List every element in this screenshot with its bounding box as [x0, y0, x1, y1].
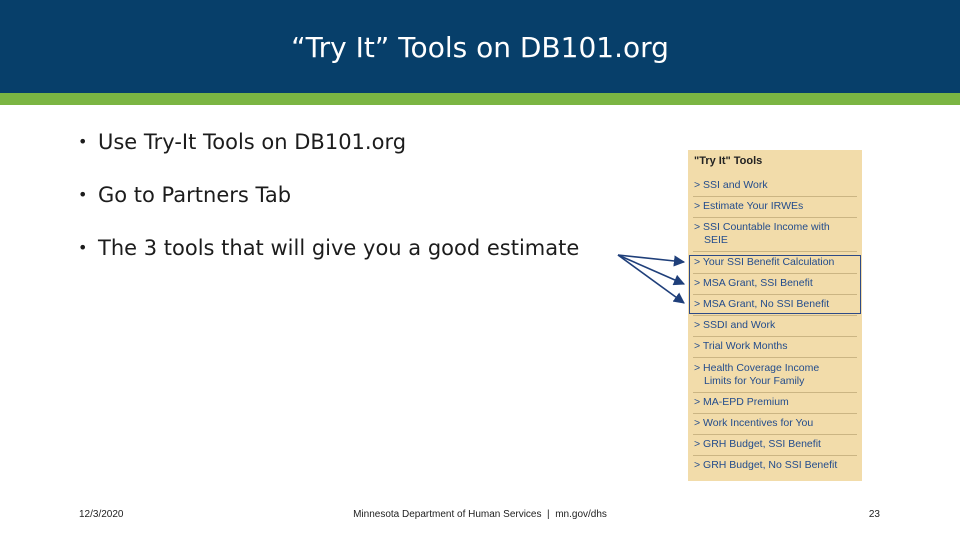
footer-org: Minnesota Department of Human Services |… — [353, 509, 607, 520]
pointer-arrows — [617, 254, 686, 304]
page-number: 23 — [868, 509, 880, 520]
